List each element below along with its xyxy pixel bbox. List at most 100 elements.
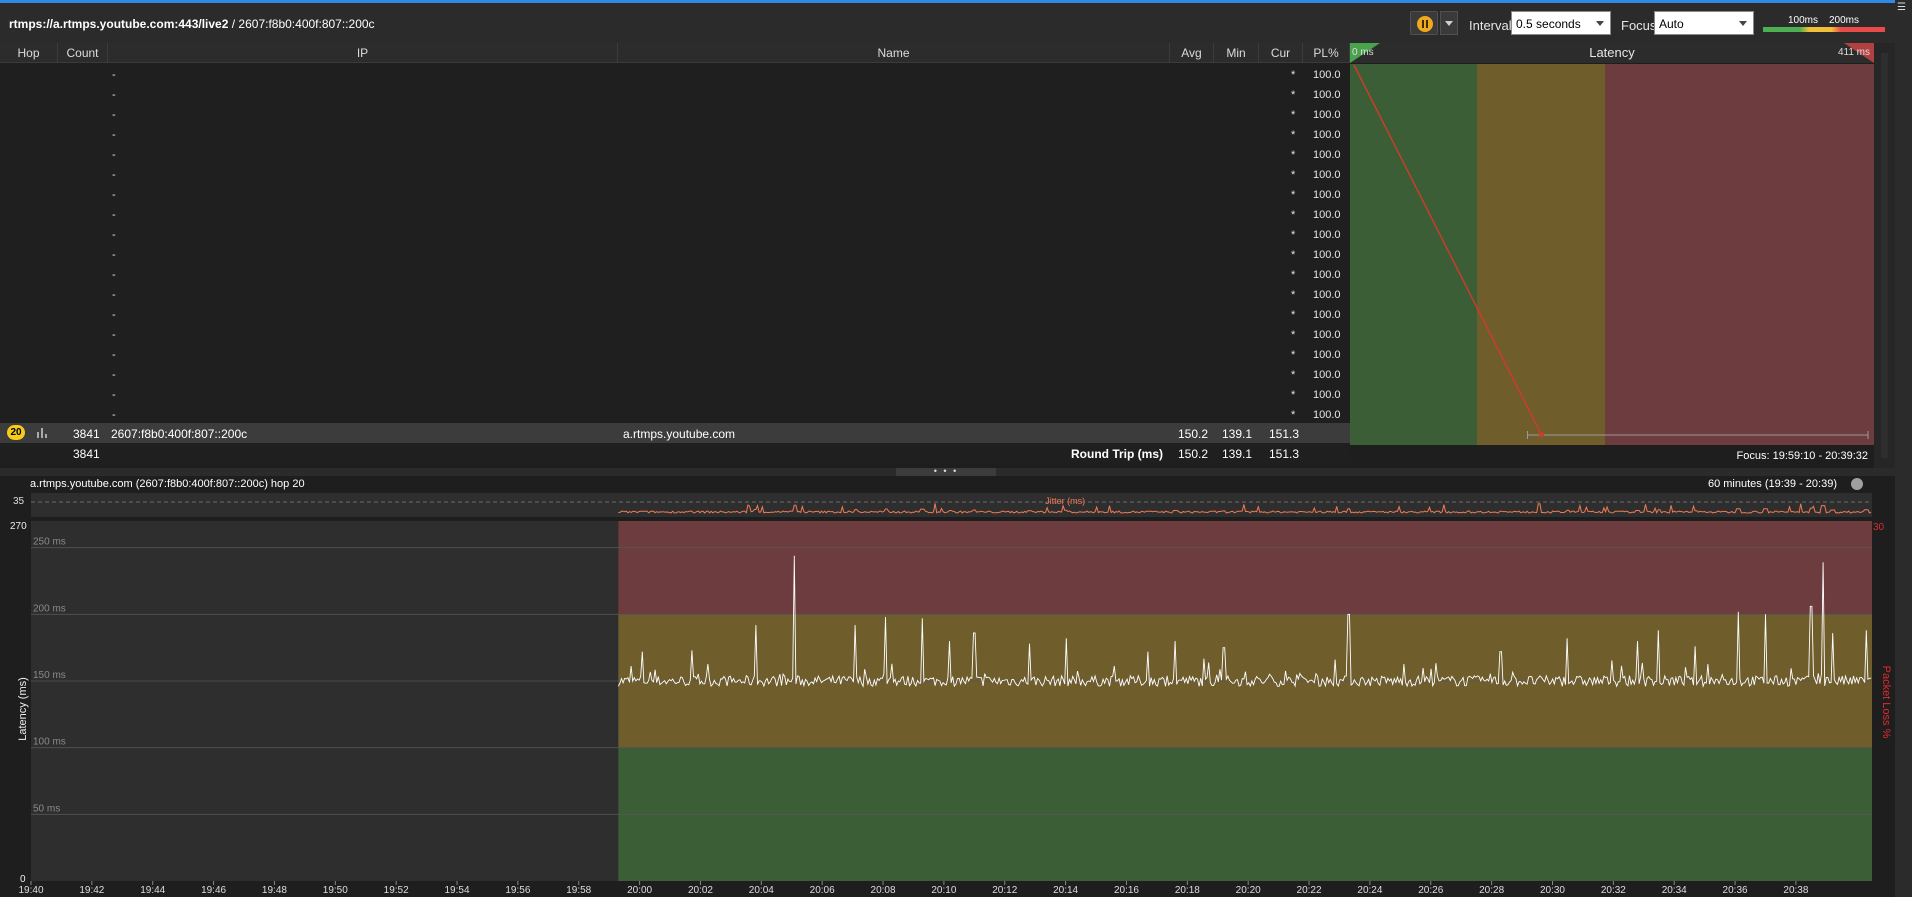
scale-high-label: 200ms: [1829, 15, 1860, 26]
table-row[interactable]: - * 100.0: [0, 325, 1350, 345]
table-row[interactable]: - * 100.0: [0, 365, 1350, 385]
y2-axis-label: Packet Loss %: [1880, 666, 1892, 739]
column-header-hop[interactable]: Hop: [0, 43, 58, 63]
chevron-down-icon: [1739, 21, 1747, 26]
bar-chart-icon[interactable]: [37, 428, 49, 438]
pause-options-dropdown[interactable]: [1440, 11, 1458, 35]
table-header: Hop Count IP Name Avg Min Cur PL%: [0, 43, 1350, 63]
hop-ip: -: [112, 69, 116, 81]
hop-cur: *: [1291, 369, 1296, 381]
table-row[interactable]: - * 100.0: [0, 225, 1350, 245]
column-header-plpct[interactable]: PL%: [1303, 43, 1350, 63]
table-row[interactable]: - * 100.0: [0, 185, 1350, 205]
hop-cur: *: [1291, 309, 1296, 321]
table-row[interactable]: - * 100.0: [0, 385, 1350, 405]
table-row[interactable]: - * 100.0: [0, 145, 1350, 165]
hop-ip: -: [112, 409, 116, 421]
hop-cur: *: [1291, 169, 1296, 181]
table-row[interactable]: - * 100.0: [0, 305, 1350, 325]
x-tick-label: 20:02: [688, 885, 713, 896]
hop-ip: -: [112, 249, 116, 261]
x-tick-label: 20:20: [1236, 885, 1261, 896]
hop-pl: 100.0: [1313, 149, 1341, 161]
hop-cur: *: [1291, 229, 1296, 241]
table-row[interactable]: - * 100.0: [0, 105, 1350, 125]
target-address: rtmps://a.rtmps.youtube.com:443/live2 / …: [9, 17, 375, 31]
x-tick-label: 20:00: [627, 885, 652, 896]
x-tick-label: 20:38: [1783, 885, 1808, 896]
summary-count: 3841: [73, 447, 100, 461]
hop-avg: 150.2: [1178, 427, 1209, 441]
summary-min: 139.1: [1222, 447, 1253, 461]
table-row[interactable]: - * 100.0: [0, 65, 1350, 85]
table-row[interactable]: - * 100.0: [0, 85, 1350, 105]
focus-label: Focus: [1621, 18, 1657, 33]
chart-time-range[interactable]: 60 minutes (19:39 - 20:39): [1708, 478, 1837, 490]
x-tick-label: 20:26: [1418, 885, 1443, 896]
column-header-cur[interactable]: Cur: [1259, 43, 1303, 63]
scale-low-label: 100ms: [1788, 15, 1819, 26]
focus-select[interactable]: Auto: [1654, 11, 1754, 35]
hop-cur: *: [1291, 129, 1296, 141]
chart-header: a.rtmps.youtube.com (2607:f8b0:400f:807:…: [0, 476, 1895, 492]
table-row[interactable]: - * 100.0: [0, 165, 1350, 185]
hop-ip: -: [112, 309, 116, 321]
hop-pl: 100.0: [1313, 209, 1341, 221]
hop-cur: *: [1291, 349, 1296, 361]
hop-pl: 100.0: [1313, 109, 1341, 121]
x-tick-label: 20:04: [749, 885, 774, 896]
latency-panel: 0 ms Latency 411 ms: [1350, 43, 1874, 445]
table-row[interactable]: - * 100.0: [0, 265, 1350, 285]
splitter-grip-icon[interactable]: • • •: [896, 467, 996, 476]
column-header-name[interactable]: Name: [618, 43, 1170, 63]
x-tick-label: 19:44: [140, 885, 165, 896]
x-tick-label: 19:50: [323, 885, 348, 896]
hop-cur: *: [1291, 329, 1296, 341]
target-host: rtmps://a.rtmps.youtube.com:443/live2: [9, 17, 229, 31]
x-tick-label: 20:12: [992, 885, 1017, 896]
table-row[interactable]: - * 100.0: [0, 405, 1350, 425]
round-trip-summary: 3841 Round Trip (ms) 150.2 139.1 151.3: [0, 443, 1350, 463]
hop-ip: -: [112, 189, 116, 201]
y-tick-label: 50 ms: [33, 803, 60, 814]
chevron-down-icon[interactable]: [1851, 478, 1863, 490]
table-row[interactable]: - * 100.0: [0, 345, 1350, 365]
table-row[interactable]: - * 100.0: [0, 285, 1350, 305]
latency-current-point: [1538, 432, 1544, 438]
hop-cur: *: [1291, 149, 1296, 161]
hop-cur: *: [1291, 269, 1296, 281]
jitter-label: Jitter (ms): [1045, 496, 1085, 506]
hop-ip: -: [112, 109, 116, 121]
table-row-final-hop[interactable]: 20 3841 2607:f8b0:400f:807::200c a.rtmps…: [0, 423, 1350, 443]
table-row[interactable]: - * 100.0: [0, 125, 1350, 145]
x-tick-label: 19:56: [505, 885, 530, 896]
x-tick-label: 19:52: [384, 885, 409, 896]
x-tick-label: 20:28: [1479, 885, 1504, 896]
table-scrollbar[interactable]: [1874, 43, 1895, 468]
x-tick-label: 19:42: [79, 885, 104, 896]
table-row[interactable]: - * 100.0: [0, 245, 1350, 265]
x-tick-label: 20:30: [1540, 885, 1565, 896]
x-tick-label: 20:14: [1053, 885, 1078, 896]
interval-select[interactable]: 0.5 seconds: [1511, 11, 1611, 35]
column-header-avg[interactable]: Avg: [1170, 43, 1214, 63]
hop-pl: 100.0: [1313, 69, 1341, 81]
y2-max-label: 30: [1873, 522, 1885, 533]
column-header-ip[interactable]: IP: [108, 43, 618, 63]
pane-splitter[interactable]: • • •: [0, 467, 1895, 476]
column-header-count[interactable]: Count: [58, 43, 108, 63]
x-tick-label: 20:06: [810, 885, 835, 896]
table-row[interactable]: - * 100.0: [0, 205, 1350, 225]
column-header-min[interactable]: Min: [1214, 43, 1259, 63]
hop-ip: -: [112, 349, 116, 361]
hop-table: Hop Count IP Name Avg Min Cur PL% - * 100.0 - * 100.…: [0, 43, 1350, 463]
focus-range-bar: Focus: 19:59:10 - 20:39:32: [1350, 446, 1874, 468]
latency-history-chart: 35 Jitter (ms) 250 ms 200 ms 150 ms 100 ms 50 …: [10, 493, 1892, 896]
hop-cur: *: [1291, 409, 1296, 421]
interval-label: Interval: [1469, 18, 1512, 33]
pause-button[interactable]: [1410, 11, 1438, 35]
hop-pl: 100.0: [1313, 309, 1341, 321]
hop-ip: -: [112, 169, 116, 181]
scrollbar-thumb[interactable]: [1881, 53, 1888, 458]
hop-number-badge: 20: [7, 425, 25, 440]
